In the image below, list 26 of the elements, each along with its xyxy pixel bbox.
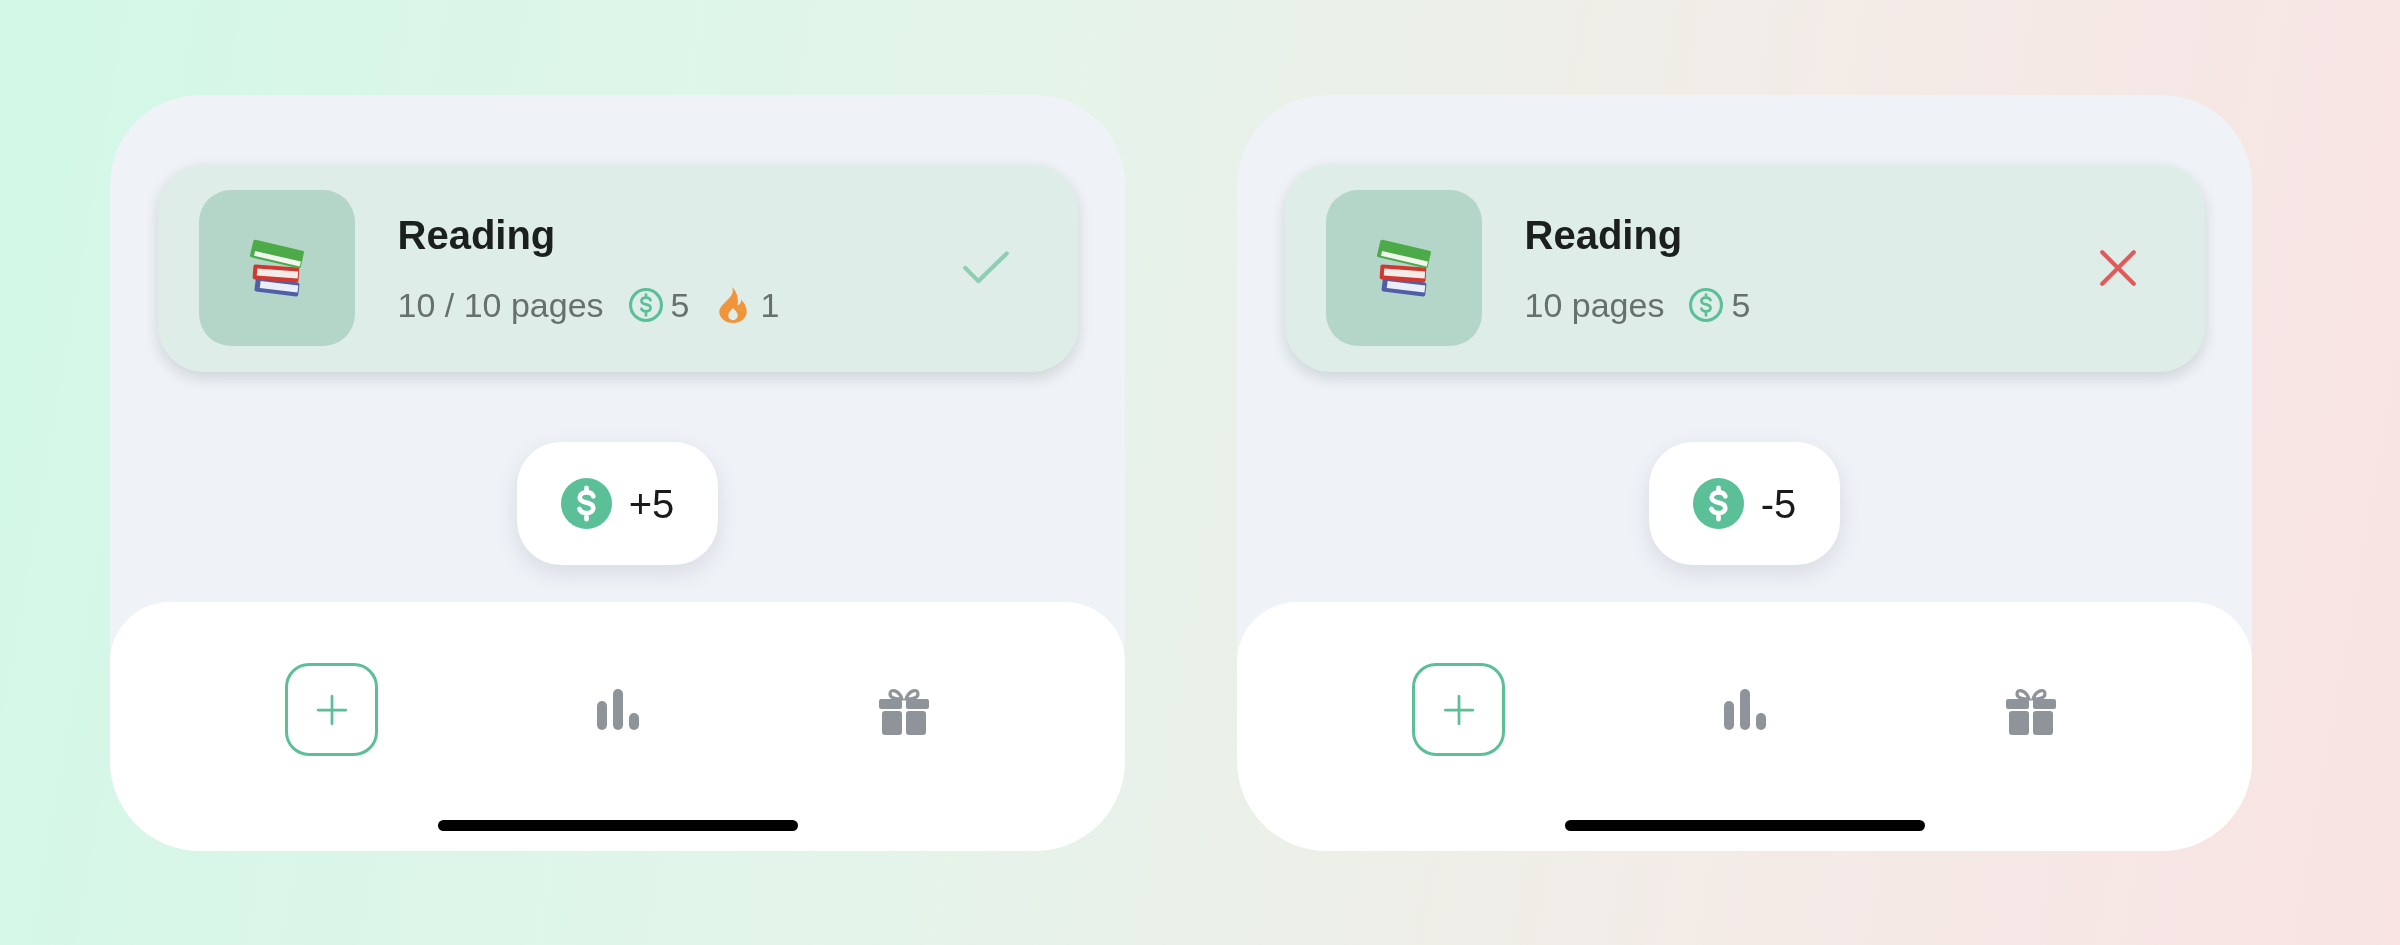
bar-chart-icon[interactable] bbox=[1723, 689, 1766, 730]
habit-card[interactable]: Reading 10 / 10 pages 5 1 bbox=[157, 164, 1078, 372]
check-icon[interactable] bbox=[962, 251, 1009, 285]
plus-icon bbox=[316, 694, 347, 725]
flame-icon bbox=[717, 287, 750, 323]
habit-card[interactable]: Reading 10 pages 5 bbox=[1284, 164, 2205, 372]
add-button[interactable] bbox=[285, 663, 378, 756]
coin-count: 5 bbox=[1731, 285, 1751, 325]
coin-icon bbox=[1692, 478, 1744, 529]
habit-title: Reading bbox=[1524, 212, 1683, 259]
coin-icon bbox=[1689, 288, 1724, 322]
habit-title: Reading bbox=[397, 212, 556, 259]
streak-count: 1 bbox=[760, 285, 780, 325]
coin-icon bbox=[628, 288, 663, 322]
books-icon bbox=[1325, 190, 1482, 346]
plus-icon bbox=[1443, 694, 1474, 725]
pages-count: 10 / 10 pages bbox=[397, 285, 604, 325]
coin-amount: -5 bbox=[1760, 480, 1797, 528]
bar-chart-icon[interactable] bbox=[596, 689, 639, 730]
add-button[interactable] bbox=[1412, 663, 1505, 756]
pages-count: 10 pages bbox=[1524, 285, 1665, 325]
coin-amount: +5 bbox=[628, 480, 675, 528]
cross-icon[interactable] bbox=[2099, 250, 2136, 286]
coin-icon bbox=[560, 478, 612, 529]
books-icon bbox=[198, 190, 355, 346]
coin-count: 5 bbox=[670, 285, 690, 325]
